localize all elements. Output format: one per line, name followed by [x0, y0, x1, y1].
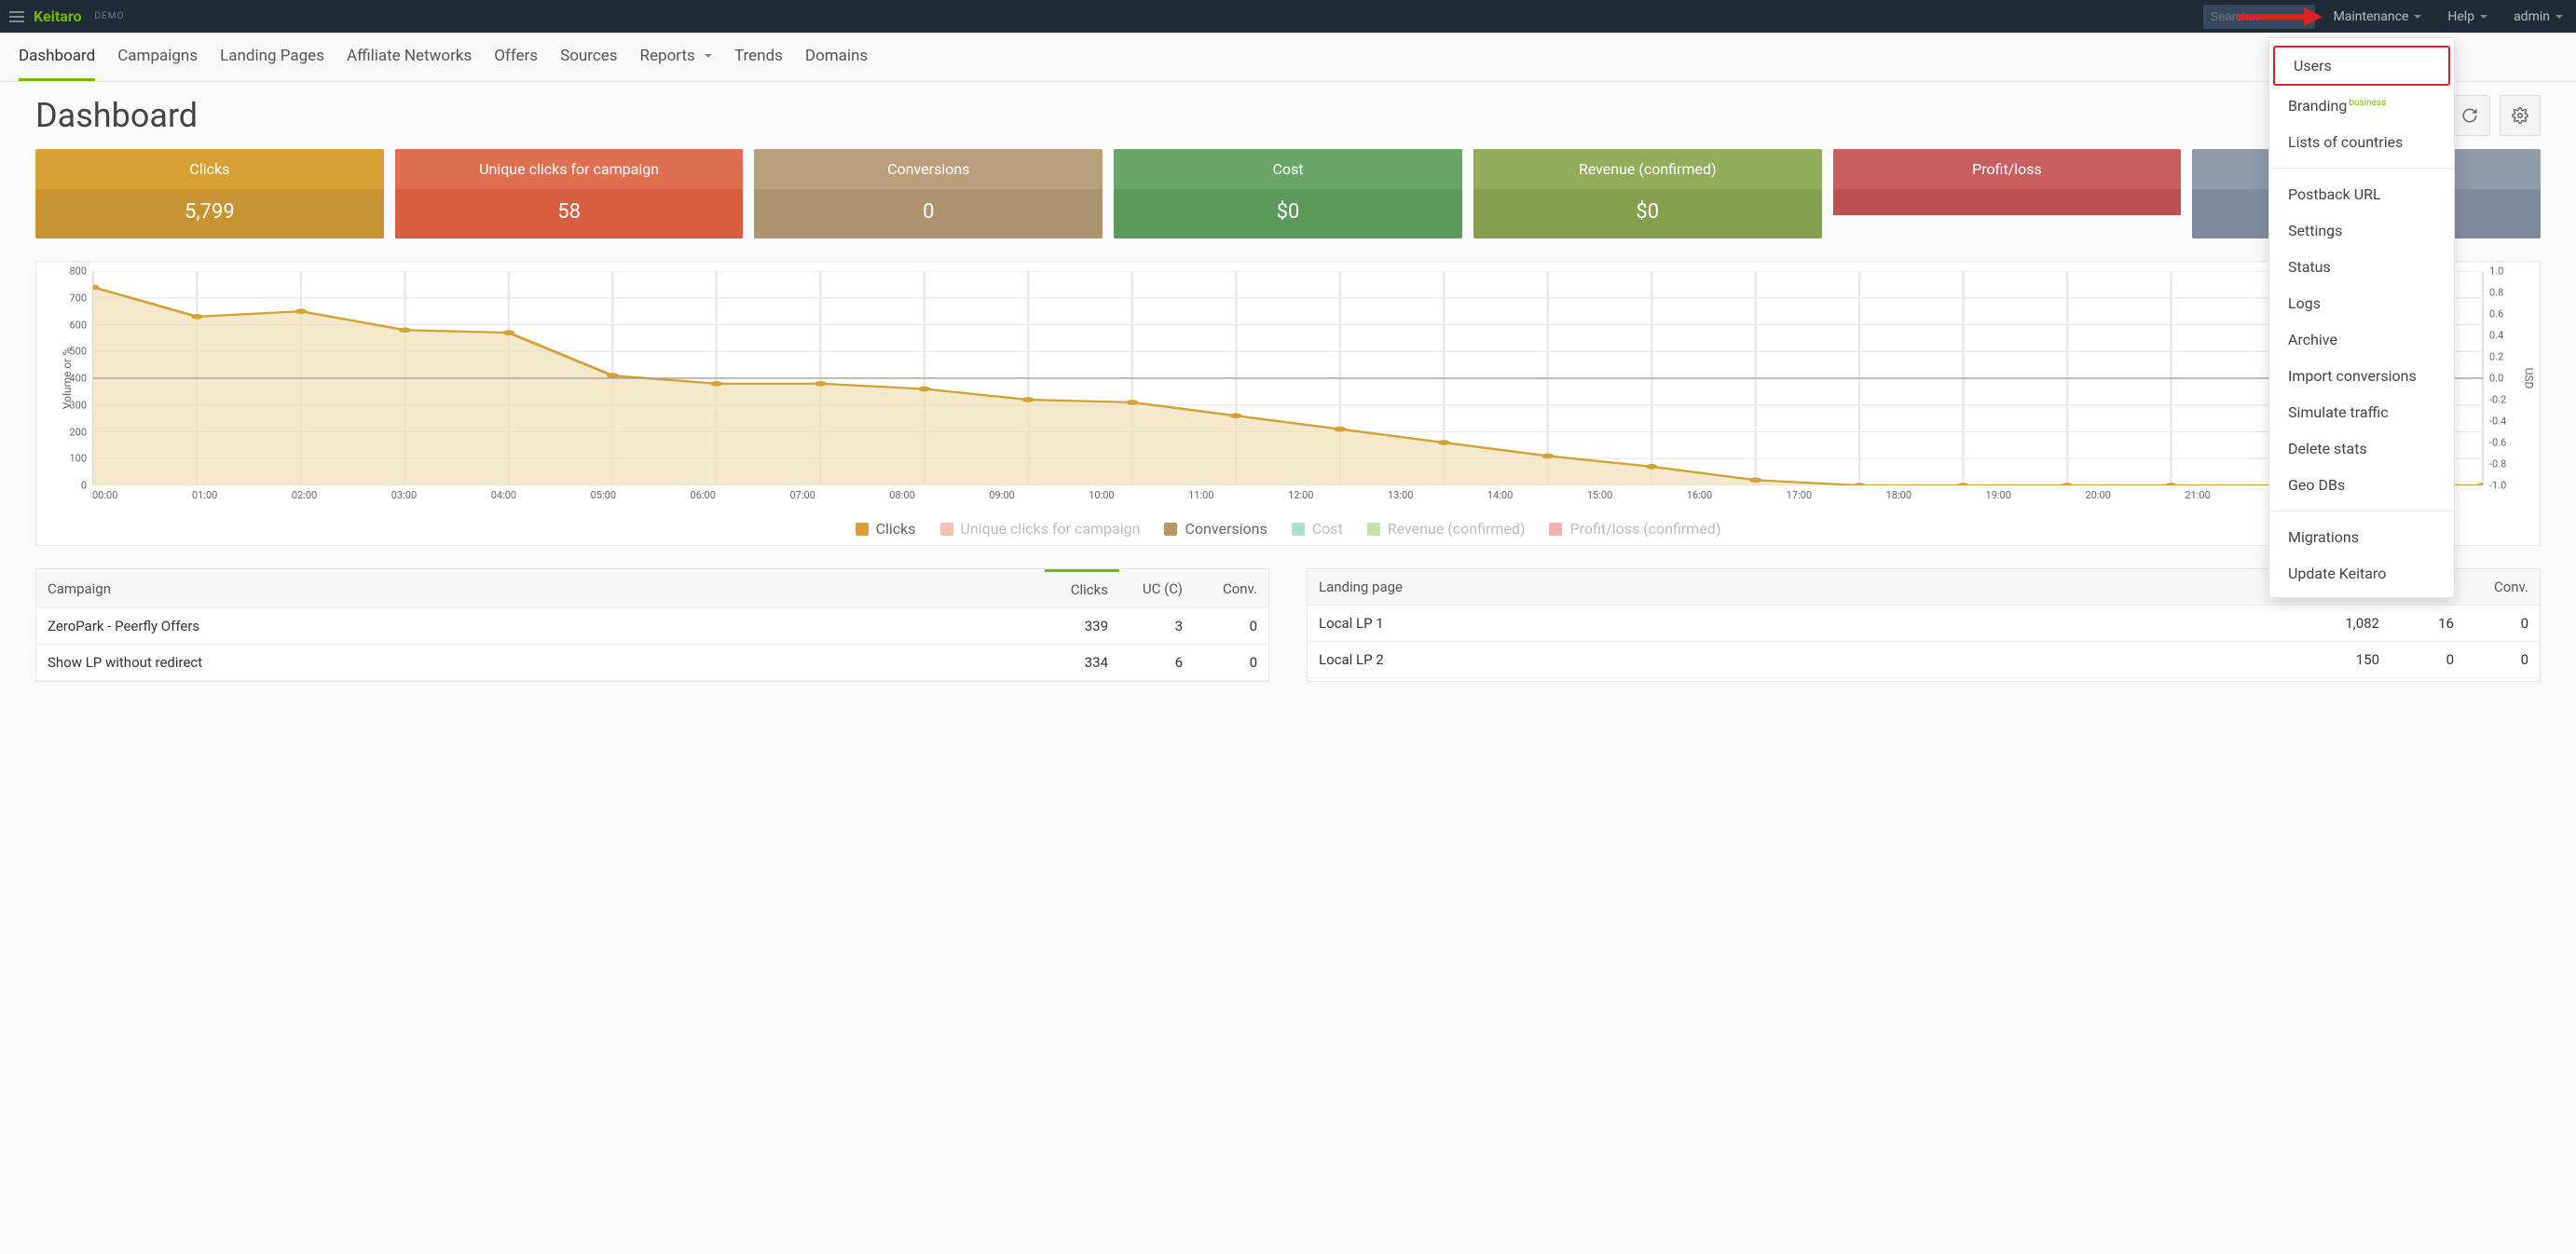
card-unique-clicks: Unique clicks for campaign 58 — [395, 149, 744, 239]
card-cost: Cost $0 — [1114, 149, 1462, 239]
main-nav: Dashboard Campaigns Landing Pages Affili… — [0, 33, 2576, 82]
card-clicks-value: 5,799 — [35, 189, 384, 239]
table-row[interactable]: ZeroPark - Peerfly Offers33930 — [36, 608, 1268, 645]
dd-status[interactable]: Status — [2269, 249, 2454, 285]
brand-name: Keitaro — [34, 7, 81, 25]
legend-swatch-icon — [1367, 523, 1380, 536]
dd-archive[interactable]: Archive — [2269, 321, 2454, 358]
chart-container: Volume or % 0100200300400500600700800 US… — [35, 261, 2541, 546]
legend-conversions[interactable]: Conversions — [1164, 520, 1267, 538]
maintenance-menu[interactable]: Maintenance — [2321, 0, 2435, 33]
card-cost-value: $0 — [1114, 189, 1462, 239]
admin-label: admin — [2514, 9, 2550, 24]
legend-clicks[interactable]: Clicks — [856, 520, 916, 538]
table-row[interactable]: Local LP 11,082160 — [1308, 606, 2540, 642]
table-row[interactable]: Show LP without redirect33460 — [36, 645, 1268, 681]
settings-button[interactable] — [2500, 95, 2541, 136]
campaigns-table: Campaign Clicks UC (C) Conv. ZeroPark - … — [35, 568, 1269, 682]
col-conv[interactable]: Conv. — [2465, 569, 2540, 606]
chevron-down-icon — [705, 54, 712, 58]
y-axis-left: Volume or % 0100200300400500600700800 — [40, 271, 92, 485]
maintenance-dropdown: Users Brandingbusiness Lists of countrie… — [2268, 37, 2455, 598]
legend-swatch-icon — [1164, 523, 1177, 536]
nav-reports-label: Reports — [640, 47, 695, 65]
card-clicks: Clicks 5,799 — [35, 149, 384, 239]
dd-logs[interactable]: Logs — [2269, 285, 2454, 321]
col-campaign[interactable]: Campaign — [36, 571, 1045, 608]
help-label: Help — [2447, 9, 2474, 24]
card-clicks-label: Clicks — [35, 149, 384, 189]
legend-swatch-icon — [1292, 523, 1305, 536]
stat-cards: Clicks 5,799 Unique clicks for campaign … — [35, 149, 2541, 239]
legend-swatch-icon — [856, 523, 869, 536]
nav-affiliate-networks[interactable]: Affiliate Networks — [347, 34, 472, 81]
card-uc-value: 58 — [395, 189, 744, 239]
card-cost-label: Cost — [1114, 149, 1462, 189]
col-uc[interactable]: UC (C) — [1119, 571, 1194, 608]
chevron-down-icon — [2414, 15, 2421, 19]
legend-swatch-icon — [940, 523, 953, 536]
dd-update-keitaro[interactable]: Update Keitaro — [2269, 555, 2454, 592]
gear-icon — [2512, 107, 2528, 124]
col-conv[interactable]: Conv. — [1194, 571, 1268, 608]
topbar: Keitaro DEMO Maintenance Help admin — [0, 0, 2576, 33]
page-title: Dashboard — [35, 96, 198, 135]
chevron-down-icon — [2480, 15, 2487, 19]
y-axis-right: USD -1.0-0.8-0.6-0.4-0.20.00.20.40.60.81… — [2484, 271, 2536, 485]
dropdown-separator — [2269, 168, 2454, 169]
nav-landing-pages[interactable]: Landing Pages — [220, 34, 324, 81]
table-row[interactable]: Local LP 215000 — [1308, 642, 2540, 678]
x-axis-ticks: 00:0001:0002:0003:0004:0005:0006:0007:00… — [92, 489, 2484, 501]
admin-menu[interactable]: admin — [2501, 0, 2576, 33]
nav-reports[interactable]: Reports — [640, 34, 712, 81]
chart-legend: Clicks Unique clicks for campaign Conver… — [40, 520, 2536, 538]
nav-sources[interactable]: Sources — [560, 34, 617, 81]
col-landing-page[interactable]: Landing page — [1308, 569, 2316, 606]
nav-trends[interactable]: Trends — [734, 34, 783, 81]
dd-settings[interactable]: Settings — [2269, 212, 2454, 249]
refresh-button[interactable] — [2449, 95, 2490, 136]
dd-users[interactable]: Users — [2273, 46, 2450, 86]
legend-profit-loss[interactable]: Profit/loss (confirmed) — [1549, 520, 1720, 538]
card-uc-label: Unique clicks for campaign — [395, 149, 744, 189]
card-revenue: Revenue (confirmed) $0 — [1473, 149, 1822, 239]
dd-lists-countries[interactable]: Lists of countries — [2269, 124, 2454, 160]
card-rev-label: Revenue (confirmed) — [1473, 149, 1822, 189]
card-conv-label: Conversions — [754, 149, 1103, 189]
chevron-down-icon — [2555, 15, 2563, 19]
legend-revenue[interactable]: Revenue (confirmed) — [1367, 520, 1526, 538]
dd-migrations[interactable]: Migrations — [2269, 519, 2454, 555]
menu-icon[interactable] — [9, 11, 24, 22]
card-profit-loss-confirmed: Profit/loss — [1833, 149, 2182, 239]
dd-simulate-traffic[interactable]: Simulate traffic — [2269, 394, 2454, 430]
legend-cost[interactable]: Cost — [1292, 520, 1343, 538]
dd-import-conversions[interactable]: Import conversions — [2269, 358, 2454, 394]
card-plc-label: Profit/loss — [1833, 149, 2182, 189]
search-input[interactable] — [2203, 5, 2315, 29]
refresh-icon — [2461, 107, 2478, 124]
brand-mode: DEMO — [94, 11, 124, 21]
legend-uc[interactable]: Unique clicks for campaign — [940, 520, 1141, 538]
card-conversions: Conversions 0 — [754, 149, 1103, 239]
dd-geo-dbs[interactable]: Geo DBs — [2269, 467, 2454, 503]
legend-swatch-icon — [1549, 523, 1562, 536]
nav-domains[interactable]: Domains — [805, 34, 868, 81]
card-rev-value: $0 — [1473, 189, 1822, 239]
chart-plot — [92, 271, 2484, 485]
search-container — [2203, 5, 2315, 29]
col-clicks[interactable]: Clicks — [1045, 571, 1119, 608]
business-badge: business — [2349, 98, 2386, 108]
dd-postback-url[interactable]: Postback URL — [2269, 176, 2454, 212]
card-conv-value: 0 — [754, 189, 1103, 239]
nav-dashboard[interactable]: Dashboard — [19, 34, 95, 81]
dd-delete-stats[interactable]: Delete stats — [2269, 430, 2454, 467]
dd-branding[interactable]: Brandingbusiness — [2269, 88, 2454, 124]
nav-offers[interactable]: Offers — [494, 34, 538, 81]
nav-campaigns[interactable]: Campaigns — [117, 34, 198, 81]
card-plc-value — [1833, 189, 2182, 215]
maintenance-label: Maintenance — [2334, 9, 2409, 24]
help-menu[interactable]: Help — [2434, 0, 2501, 33]
